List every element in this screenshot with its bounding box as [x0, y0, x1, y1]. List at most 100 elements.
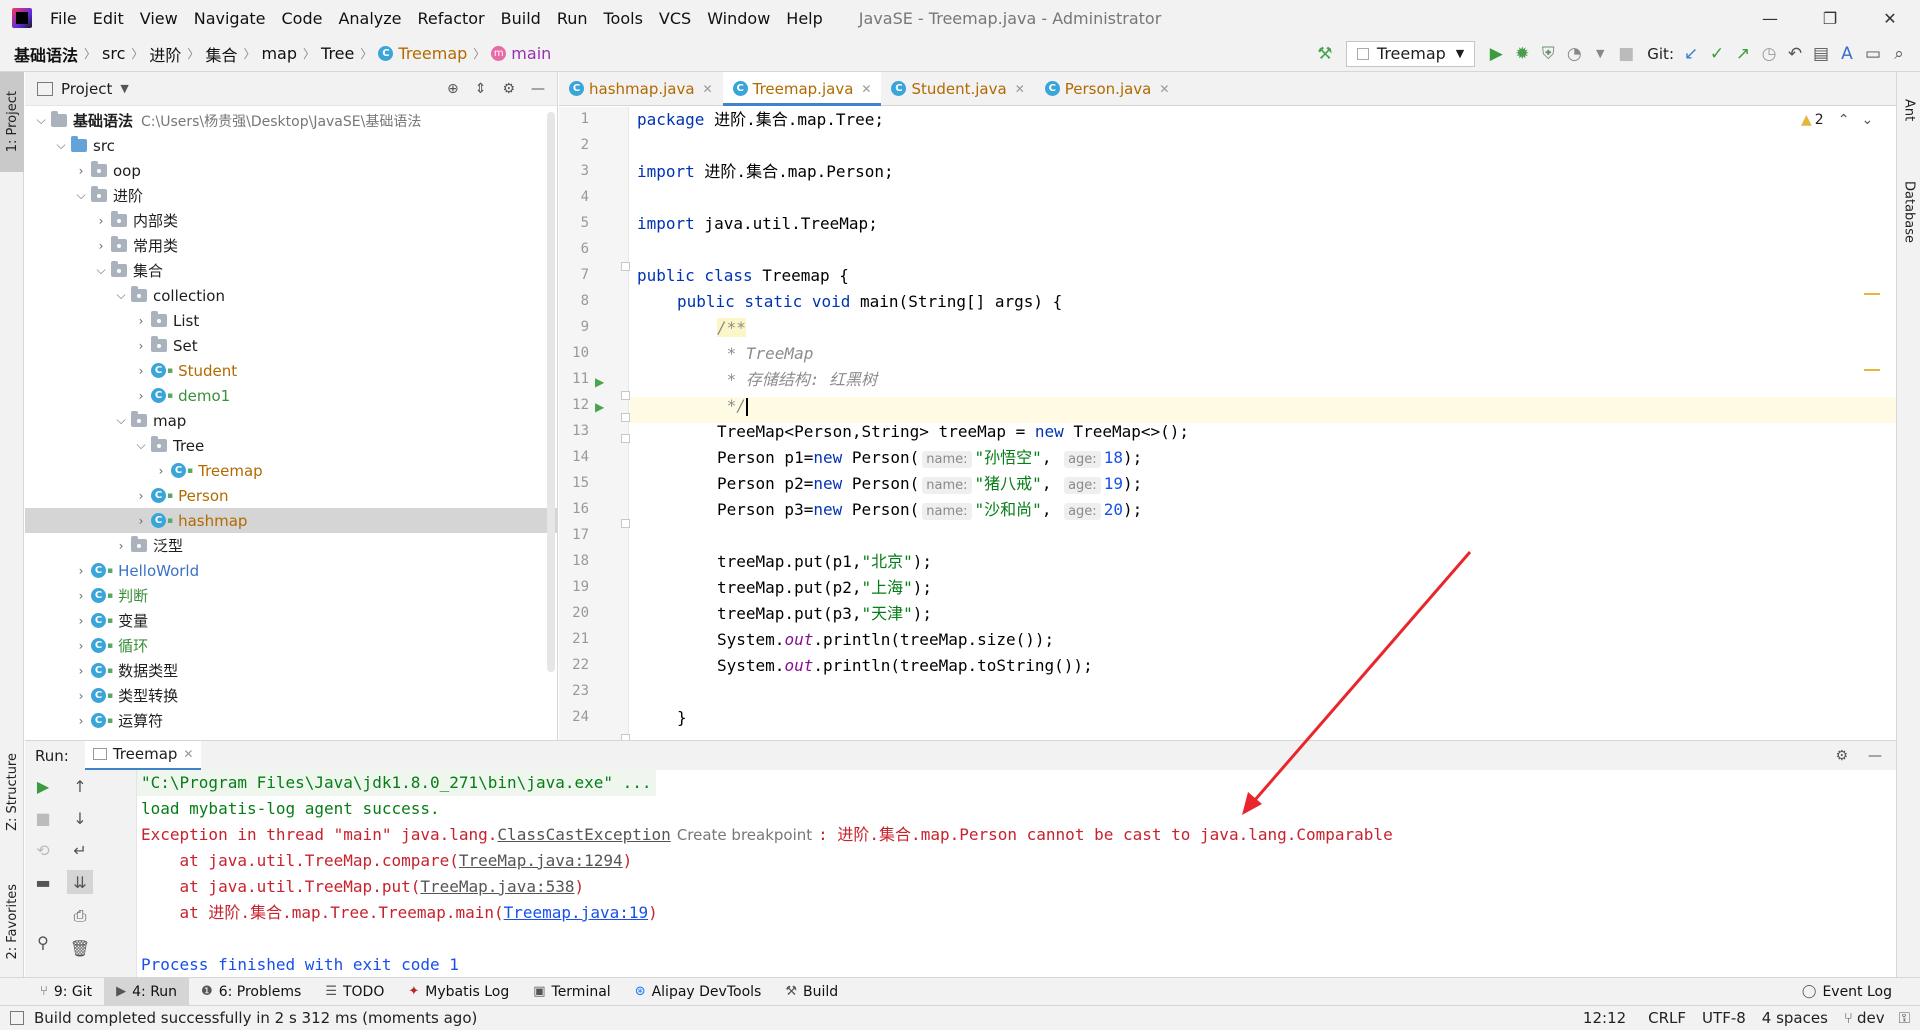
fold-marker[interactable]	[621, 413, 630, 422]
run-gutter-icon[interactable]: ▶	[595, 400, 604, 414]
chevron-right-icon[interactable]: ›	[71, 714, 91, 728]
tree-node-student[interactable]: › C ▪ Student	[25, 358, 557, 383]
menu-window[interactable]: Window	[699, 9, 778, 28]
project-panel-title[interactable]: Project	[61, 80, 112, 98]
tab-event-log[interactable]: ◯ Event Log	[1790, 978, 1904, 1006]
presentation-icon[interactable]: ▭	[1860, 41, 1886, 67]
breadcrumb-method[interactable]: m main	[491, 44, 551, 63]
chevron-right-icon[interactable]: ›	[131, 339, 151, 353]
indent-setting[interactable]: 4 spaces	[1762, 1009, 1828, 1027]
menu-navigate[interactable]: Navigate	[186, 9, 274, 28]
breadcrumb-item[interactable]: src	[102, 44, 125, 63]
chevron-down-icon[interactable]: ⌵	[91, 263, 111, 278]
tab-todo[interactable]: ☰ TODO	[313, 978, 396, 1006]
chevron-right-icon[interactable]: ›	[71, 689, 91, 703]
breadcrumb-item[interactable]: map	[261, 44, 297, 63]
caret-position[interactable]: 12:12	[1583, 1009, 1626, 1027]
file-encoding[interactable]: UTF-8	[1702, 1009, 1746, 1027]
tab-treemap[interactable]: C Treemap.java ✕	[722, 72, 882, 106]
chevron-down-icon[interactable]: ⌵	[111, 413, 131, 428]
trash-icon[interactable]: 🗑	[67, 936, 93, 960]
tab-mybatis-log[interactable]: ✦ Mybatis Log	[396, 978, 521, 1006]
breadcrumb-item[interactable]: Tree	[321, 44, 354, 63]
project-structure-icon[interactable]: ▤	[1808, 41, 1834, 67]
breadcrumb-item[interactable]: 集合	[205, 42, 237, 66]
chevron-down-icon[interactable]: ⌵	[31, 113, 51, 128]
chevron-right-icon[interactable]: ›	[71, 639, 91, 653]
pin-icon[interactable]: ⚲	[30, 930, 56, 954]
tab-alipay-devtools[interactable]: ⊛ Alipay DevTools	[623, 978, 774, 1006]
tree-node-oop[interactable]: › oop	[25, 158, 557, 183]
chevron-right-icon[interactable]: ›	[131, 364, 151, 378]
menu-analyze[interactable]: Analyze	[330, 9, 409, 28]
database-tool-tab[interactable]: Database	[1897, 152, 1920, 272]
tree-node-jihe[interactable]: ⌵ 集合	[25, 258, 557, 283]
close-button[interactable]: ✕	[1860, 0, 1920, 36]
tree-node-jinjie[interactable]: ⌵ 进阶	[25, 183, 557, 208]
hide-icon[interactable]: —	[531, 81, 545, 97]
chevron-up-icon[interactable]: ⌃	[1838, 112, 1850, 128]
git-commit-icon[interactable]: ✓	[1704, 41, 1730, 67]
tab-hashmap[interactable]: C hashmap.java ✕	[559, 72, 723, 105]
arrow-up-icon[interactable]: ↑	[67, 774, 93, 798]
run-icon[interactable]: ▶	[1483, 41, 1509, 67]
tree-node-treemap[interactable]: › C ▪ Treemap	[25, 458, 557, 483]
tree-node-list[interactable]: › List	[25, 308, 557, 333]
tree-node-panduan[interactable]: › C ▪ 判断	[25, 583, 557, 608]
fold-marker[interactable]	[621, 519, 630, 528]
build-hammer-icon[interactable]: ⚒	[1312, 41, 1338, 67]
warning-stripe[interactable]	[1864, 293, 1880, 295]
chevron-right-icon[interactable]: ›	[111, 539, 131, 553]
structure-tool-tab[interactable]: Z: Structure	[0, 742, 24, 842]
stack-link[interactable]: Treemap.java:19	[504, 903, 649, 922]
fold-marker[interactable]	[621, 391, 630, 400]
tab-student[interactable]: C Student.java ✕	[881, 72, 1034, 105]
tree-node-helloworld[interactable]: › C ▪ HelloWorld	[25, 558, 557, 583]
stack-link[interactable]: TreeMap.java:538	[420, 877, 574, 896]
close-icon[interactable]: ✕	[1015, 82, 1025, 96]
status-message[interactable]: Build completed successfully in 2 s 312 …	[34, 1009, 477, 1027]
print-icon[interactable]: ⎙	[67, 904, 93, 928]
menu-help[interactable]: Help	[778, 9, 830, 28]
arrow-down-icon[interactable]: ↓	[67, 806, 93, 830]
menu-refactor[interactable]: Refactor	[410, 9, 493, 28]
gear-icon[interactable]: ⚙	[502, 81, 515, 97]
lock-icon[interactable]: ⚿	[1899, 1009, 1910, 1027]
scroll-to-end-icon[interactable]: ⇊	[67, 870, 93, 894]
tree-node-set[interactable]: › Set	[25, 333, 557, 358]
close-icon[interactable]: ✕	[703, 82, 713, 96]
tree-node-collection[interactable]: ⌵ collection	[25, 283, 557, 308]
git-branch[interactable]: dev	[1857, 1009, 1885, 1027]
rollback-icon[interactable]: ↶	[1782, 41, 1808, 67]
chevron-right-icon[interactable]: ›	[71, 564, 91, 578]
tree-node-yunsuanfu[interactable]: › C ▪ 运算符	[25, 708, 557, 733]
chevron-right-icon[interactable]: ›	[131, 514, 151, 528]
chevron-right-icon[interactable]: ›	[151, 464, 171, 478]
chevron-down-icon[interactable]: ⌵	[131, 438, 151, 453]
chevron-down-icon[interactable]: ⌵	[111, 288, 131, 303]
tree-node-map[interactable]: ⌵ map	[25, 408, 557, 433]
favorites-tool-tab[interactable]: 2: Favorites	[0, 872, 24, 972]
menu-edit[interactable]: Edit	[85, 9, 132, 28]
debug-icon[interactable]: ✹	[1509, 41, 1535, 67]
hide-icon[interactable]: —	[1868, 748, 1882, 764]
tree-node-demo1[interactable]: › C ▪ demo1	[25, 383, 557, 408]
menu-code[interactable]: Code	[274, 9, 331, 28]
restore-button[interactable]: ❐	[1800, 0, 1860, 36]
chevron-right-icon[interactable]: ›	[71, 614, 91, 628]
tree-node-tree[interactable]: ⌵ Tree	[25, 433, 557, 458]
chevron-down-icon[interactable]: ▼	[1587, 41, 1613, 67]
exception-link[interactable]: ClassCastException	[497, 825, 670, 844]
breadcrumb-item[interactable]: 基础语法	[14, 42, 78, 66]
inspection-widget[interactable]: ▲ 2 ⌃ ⌄	[1801, 112, 1873, 128]
profile-icon[interactable]: ◔	[1561, 41, 1587, 67]
translate-icon[interactable]: A	[1834, 41, 1860, 67]
project-scrollbar[interactable]	[547, 112, 555, 672]
history-icon[interactable]: ◷	[1756, 41, 1782, 67]
chevron-down-icon[interactable]: ▼	[120, 82, 128, 95]
breadcrumb-class[interactable]: C Treemap	[378, 44, 467, 63]
search-icon[interactable]: ⌕	[1886, 41, 1912, 67]
gear-icon[interactable]: ⚙	[1835, 748, 1848, 764]
chevron-down-icon[interactable]: ⌄	[1861, 112, 1873, 128]
project-tool-tab[interactable]: 1: Project	[0, 72, 24, 172]
